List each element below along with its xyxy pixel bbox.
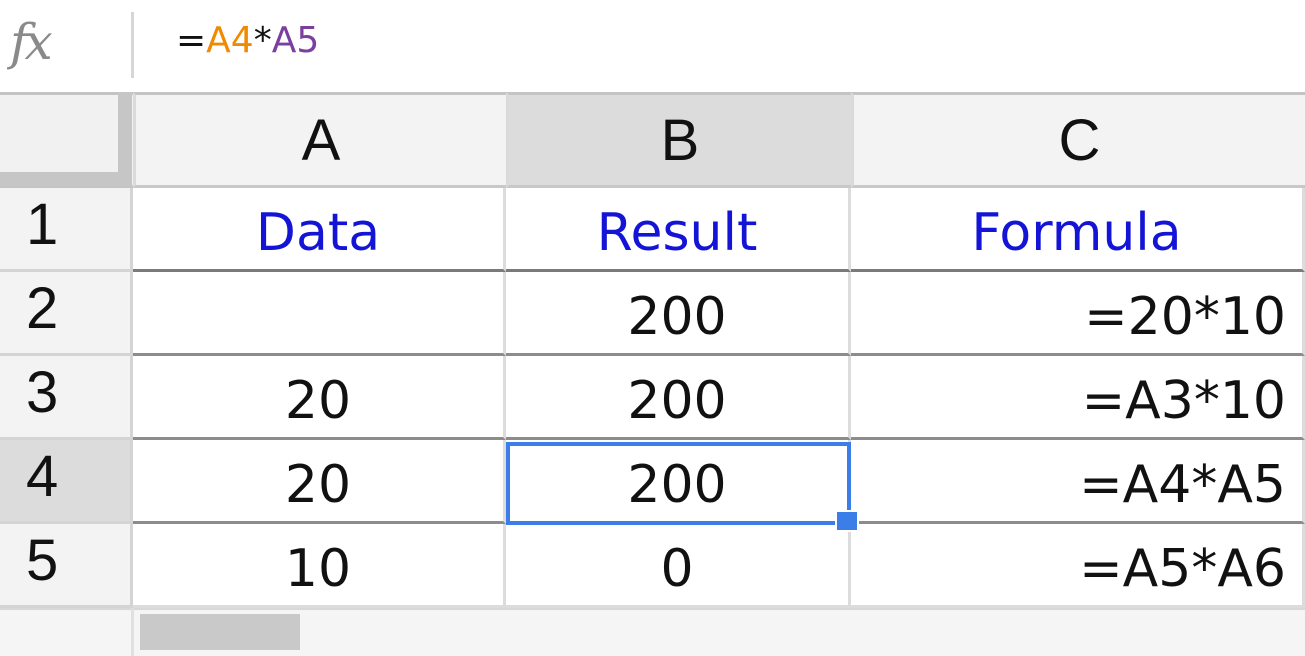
fill-handle[interactable] [835,510,859,532]
cell-c3[interactable]: =A3*10 [851,356,1305,440]
column-header-a[interactable]: A [133,92,506,188]
cell-a1[interactable]: Data [133,188,506,272]
cell-value: Formula [971,203,1182,263]
fx-icon: fx [10,13,53,71]
formula-input[interactable]: =A4*A5 [176,16,319,66]
cell-a3[interactable]: 20 [133,356,506,440]
cell-value: =20*10 [1084,287,1286,347]
cell-value: 0 [660,539,694,599]
row-header-1[interactable]: 1 [0,188,133,272]
cell-c4[interactable]: =A4*A5 [851,440,1305,524]
formula-bar-divider [131,12,134,78]
horizontal-scrollbar-thumb[interactable] [140,614,300,650]
cell-b4[interactable]: 200 [506,440,851,524]
column-header-c[interactable]: C [851,92,1305,188]
cell-b5[interactable]: 0 [506,524,851,608]
formula-token: = [176,20,207,61]
column-header-b[interactable]: B [506,92,851,188]
cell-a5[interactable]: 10 [133,524,506,608]
cell-c2[interactable]: =20*10 [851,272,1305,356]
cell-value: 20 [284,455,352,515]
cell-value: =A3*10 [1081,371,1286,431]
cell-value: Result [596,203,758,263]
formula-token-ref-a5: A5 [271,20,320,61]
cell-b3[interactable]: 200 [506,356,851,440]
cell-value: Data [255,203,381,263]
corner-accent [0,172,132,186]
cell-value: 200 [627,371,727,431]
formula-token: * [253,20,272,61]
cell-value: 10 [284,539,352,599]
row-header-5[interactable]: 5 [0,524,133,608]
cell-b1[interactable]: Result [506,188,851,272]
cell-value: =A5*A6 [1079,539,1286,599]
cell-value: 200 [627,287,727,347]
cell-value: =A4*A5 [1079,455,1286,515]
cell-a4[interactable]: 20 [133,440,506,524]
scrollbar-divider [131,608,134,656]
row-header-3[interactable]: 3 [0,356,133,440]
formula-token-ref-a4: A4 [206,20,254,61]
formula-bar: fx =A4*A5 [0,0,1305,92]
row-header-4[interactable]: 4 [0,440,133,524]
cell-value: 20 [284,371,352,431]
row-header-2[interactable]: 2 [0,272,133,356]
cell-value: 200 [627,455,727,515]
cell-a2[interactable] [133,272,506,356]
cell-c1[interactable]: Formula [851,188,1305,272]
spreadsheet-grid: A B C 1 2 3 4 5 Data Result Formula 200 … [0,92,1305,656]
cell-b2[interactable]: 200 [506,272,851,356]
cell-c5[interactable]: =A5*A6 [851,524,1305,608]
